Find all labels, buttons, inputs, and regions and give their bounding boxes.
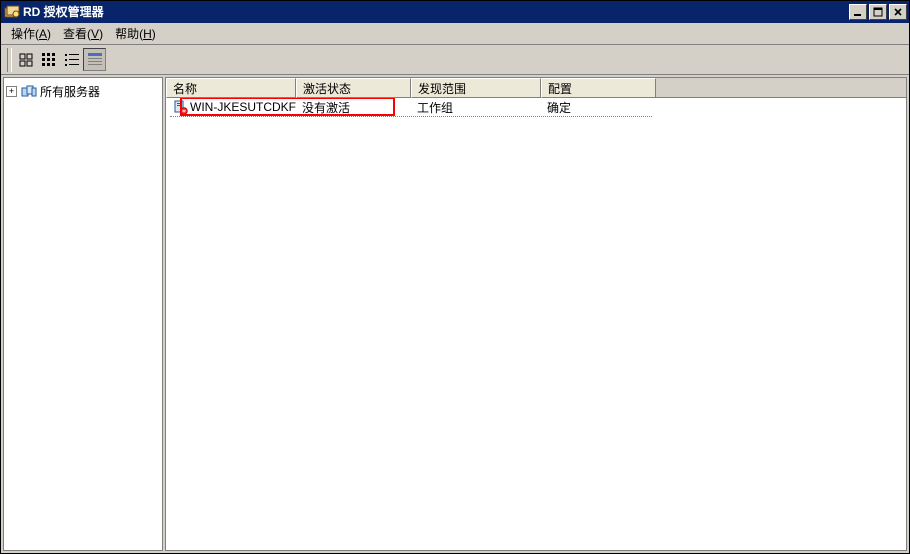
close-button[interactable] xyxy=(889,4,907,20)
column-headers: 名称 激活状态 发现范围 配置 xyxy=(166,78,906,98)
server-icon xyxy=(172,99,188,115)
view-small-icons-button[interactable] xyxy=(37,48,60,71)
cell-scope: 工作组 xyxy=(411,99,541,116)
view-list-button[interactable] xyxy=(60,48,83,71)
menu-help-accel: H xyxy=(143,27,152,41)
tree: + 所有服务器 xyxy=(4,78,162,104)
client-area: + 所有服务器 名称 激活状态 发现范围 配置 xyxy=(1,75,909,553)
maximize-button[interactable] xyxy=(869,4,887,20)
window-buttons xyxy=(847,4,907,20)
column-header-status[interactable]: 激活状态 xyxy=(296,78,411,98)
menubar: 操作(A) 查看(V) 帮助(H) xyxy=(1,23,909,45)
menu-action-accel: A xyxy=(39,27,47,41)
app-icon xyxy=(4,4,20,20)
tree-pane[interactable]: + 所有服务器 xyxy=(3,77,163,551)
minimize-button[interactable] xyxy=(849,4,867,20)
column-header-scope[interactable]: 发现范围 xyxy=(411,78,541,98)
toolbar xyxy=(1,45,909,75)
cell-name-text: WIN-JKESUTCDKFE xyxy=(190,100,296,114)
tree-expand-button[interactable]: + xyxy=(6,86,17,97)
view-details-button[interactable] xyxy=(83,48,106,71)
view-large-icons-button[interactable] xyxy=(14,48,37,71)
servers-icon xyxy=(21,83,37,99)
menu-view[interactable]: 查看(V) xyxy=(57,23,109,44)
app-window: RD 授权管理器 操作(A) 查看(V) 帮助(H) xyxy=(0,0,910,554)
cell-name: WIN-JKESUTCDKFE xyxy=(166,99,296,115)
column-header-name[interactable]: 名称 xyxy=(166,78,296,98)
menu-help[interactable]: 帮助(H) xyxy=(109,23,162,44)
menu-view-accel: V xyxy=(91,27,99,41)
titlebar: RD 授权管理器 xyxy=(1,1,909,23)
tree-root-label: 所有服务器 xyxy=(40,83,100,100)
menu-action-label: 操作 xyxy=(11,27,35,41)
list-pane[interactable]: 名称 激活状态 发现范围 配置 xyxy=(165,77,907,551)
toolbar-grip xyxy=(7,48,12,72)
window-title: RD 授权管理器 xyxy=(23,1,847,23)
menu-view-label: 查看 xyxy=(63,27,87,41)
cell-status: 没有激活 xyxy=(296,99,411,116)
menu-action[interactable]: 操作(A) xyxy=(5,23,57,44)
column-header-config[interactable]: 配置 xyxy=(541,78,656,98)
row-focus-underline xyxy=(170,116,652,117)
cell-config: 确定 xyxy=(541,99,656,116)
tree-root-row[interactable]: + 所有服务器 xyxy=(6,82,160,100)
menu-help-label: 帮助 xyxy=(115,27,139,41)
table-row[interactable]: WIN-JKESUTCDKFE 没有激活 工作组 确定 xyxy=(166,98,906,116)
list-body: WIN-JKESUTCDKFE 没有激活 工作组 确定 xyxy=(166,98,906,550)
